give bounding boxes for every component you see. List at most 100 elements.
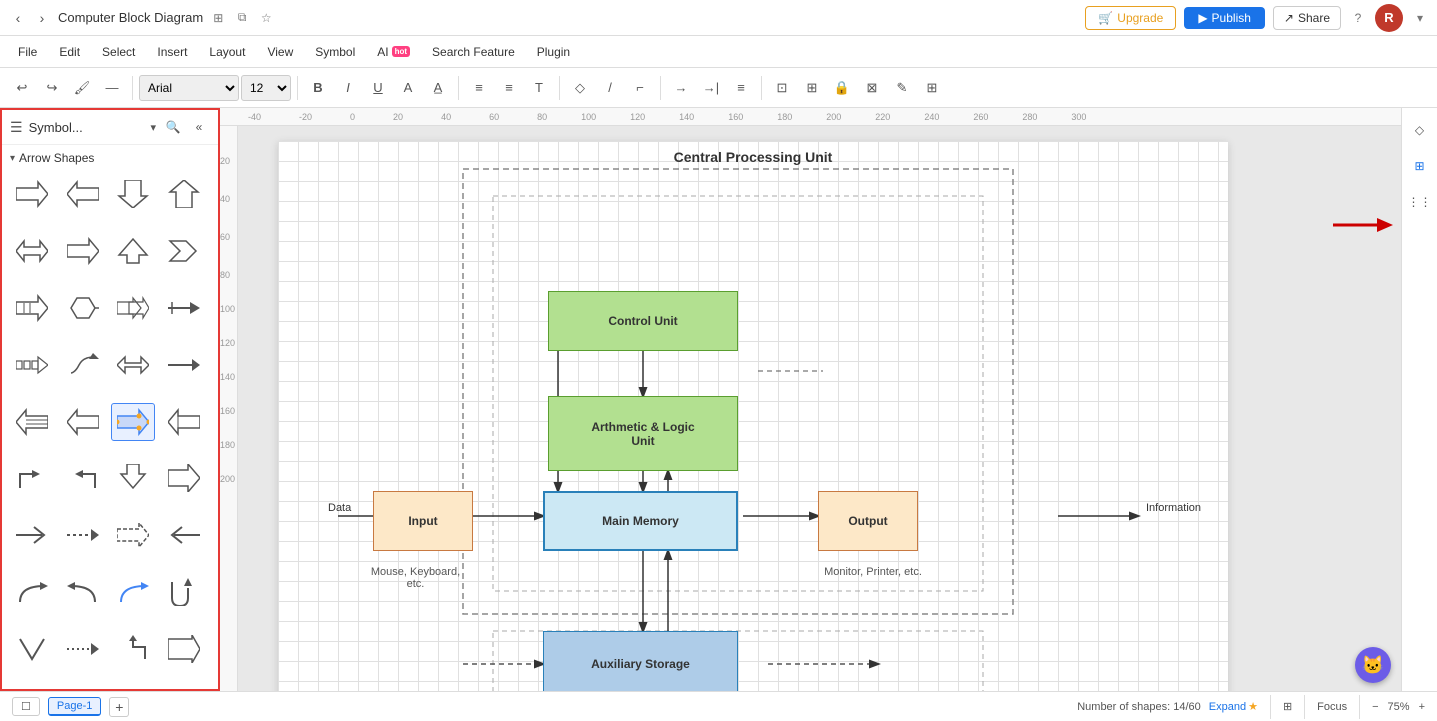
menu-file[interactable]: File: [8, 41, 47, 63]
page-icon-button[interactable]: ☐: [12, 697, 40, 716]
shape-triple-bar[interactable]: [10, 346, 54, 384]
shape-right-arrow[interactable]: [10, 175, 54, 213]
external-link-icon[interactable]: ⧉: [233, 9, 251, 27]
sidebar-dropdown-icon[interactable]: ▾: [150, 121, 156, 134]
font-selector[interactable]: Arial: [139, 75, 239, 101]
italic-button[interactable]: I: [334, 74, 362, 102]
menu-view[interactable]: View: [257, 41, 303, 63]
zoom-in-button[interactable]: +: [1419, 701, 1425, 713]
shape-left-b[interactable]: [61, 403, 105, 441]
canvas-scroll[interactable]: Data Information: [238, 126, 1401, 691]
table-button[interactable]: ⊞: [918, 74, 946, 102]
expand-button[interactable]: Expand: [1209, 701, 1246, 713]
shape-right-curved[interactable]: [10, 573, 54, 611]
add-page-button[interactable]: +: [109, 697, 129, 717]
shape-multi-right[interactable]: [111, 289, 155, 327]
menu-ai[interactable]: AI hot: [367, 41, 420, 63]
line-weight-button[interactable]: ≡: [727, 74, 755, 102]
account-chevron[interactable]: ▾: [1411, 9, 1429, 27]
shape-u-turn[interactable]: [162, 573, 206, 611]
sidebar-search-button[interactable]: 🔍: [162, 116, 184, 138]
menu-plugin[interactable]: Plugin: [527, 41, 580, 63]
container-button[interactable]: ⊞: [798, 74, 826, 102]
shape-blue-curved[interactable]: [111, 573, 155, 611]
font-size-selector[interactable]: 12: [241, 75, 291, 101]
shape-right-open-arrow[interactable]: [10, 516, 54, 554]
shape-right-plain[interactable]: [162, 459, 206, 497]
shape-down-arrow[interactable]: [111, 175, 155, 213]
lock-button[interactable]: 🔒: [828, 74, 856, 102]
shape-right-wide[interactable]: [162, 630, 206, 668]
chatbot-button[interactable]: 🐱: [1355, 647, 1391, 683]
connector-button[interactable]: ⌐: [626, 74, 654, 102]
line-end-button[interactable]: →: [667, 74, 695, 102]
main-memory-block[interactable]: Main Memory: [543, 491, 738, 551]
format-panel-button[interactable]: ◇: [1406, 116, 1434, 144]
align-center-button[interactable]: ≡: [495, 74, 523, 102]
fill-button[interactable]: ◇: [566, 74, 594, 102]
menu-symbol[interactable]: Symbol: [305, 41, 365, 63]
output-block[interactable]: Output: [818, 491, 918, 551]
shape-down-v[interactable]: [10, 630, 54, 668]
focus-label[interactable]: Focus: [1317, 701, 1347, 713]
star-icon[interactable]: ☆: [257, 9, 275, 27]
shape-up-down[interactable]: [111, 459, 155, 497]
shape-right-turn[interactable]: [10, 459, 54, 497]
grid-icon[interactable]: ⊞: [209, 9, 227, 27]
redo-button[interactable]: ↪: [38, 74, 66, 102]
avatar[interactable]: R: [1375, 4, 1403, 32]
undo-button[interactable]: ↩: [8, 74, 36, 102]
shape-arrow-lines[interactable]: [162, 289, 206, 327]
shape-up-chevron[interactable]: [111, 232, 155, 270]
text-button[interactable]: T: [525, 74, 553, 102]
layers-icon[interactable]: ⊞: [1283, 700, 1292, 713]
line-start-button[interactable]: →|: [697, 74, 725, 102]
shape-left-right-double[interactable]: [111, 346, 155, 384]
sidebar-collapse-button[interactable]: «: [188, 116, 210, 138]
align-left-button[interactable]: ≡: [465, 74, 493, 102]
ungroup-button[interactable]: ⊠: [858, 74, 886, 102]
control-unit-block[interactable]: Control Unit: [548, 291, 738, 351]
zoom-out-button[interactable]: −: [1372, 701, 1378, 713]
publish-button[interactable]: ▶ Publish: [1184, 7, 1265, 29]
shape-striped-right[interactable]: [10, 289, 54, 327]
grid-panel-button[interactable]: ⋮⋮: [1406, 188, 1434, 216]
layers-panel-button[interactable]: ⊞: [1406, 152, 1434, 180]
input-block[interactable]: Input: [373, 491, 473, 551]
menu-insert[interactable]: Insert: [147, 41, 197, 63]
auxiliary-storage-block[interactable]: Auxiliary Storage: [543, 631, 738, 691]
menu-select[interactable]: Select: [92, 41, 145, 63]
help-button[interactable]: ?: [1349, 9, 1367, 27]
menu-layout[interactable]: Layout: [199, 41, 255, 63]
shape-left-turn[interactable]: [61, 459, 105, 497]
canvas-inner[interactable]: Data Information: [278, 141, 1228, 691]
shape-left-arrow[interactable]: [61, 175, 105, 213]
alu-block[interactable]: Arthmetic & Logic Unit: [548, 396, 738, 471]
shape-dots-arrow[interactable]: [61, 630, 105, 668]
shape-right-selected[interactable]: [111, 403, 155, 441]
shape-up-arrow[interactable]: [162, 175, 206, 213]
line-button[interactable]: —: [98, 74, 126, 102]
shape-up-left[interactable]: [111, 630, 155, 668]
menu-edit[interactable]: Edit: [49, 41, 90, 63]
shape-right-chevron[interactable]: [162, 232, 206, 270]
menu-search-feature[interactable]: Search Feature: [422, 41, 525, 63]
shape-left-curved[interactable]: [61, 573, 105, 611]
shape-dashed-right[interactable]: [111, 516, 155, 554]
edit-button[interactable]: ✎: [888, 74, 916, 102]
share-button[interactable]: ↗ Share: [1273, 6, 1341, 30]
upgrade-button[interactable]: 🛒 Upgrade: [1085, 6, 1176, 30]
shape-left-b2[interactable]: [162, 403, 206, 441]
arrow-shapes-section[interactable]: ▾ Arrow Shapes: [2, 145, 218, 171]
shape-left-block[interactable]: [10, 403, 54, 441]
paint-button[interactable]: 🖌: [68, 74, 96, 102]
shape-s-arrow[interactable]: [61, 346, 105, 384]
shape-dotted-line[interactable]: [61, 516, 105, 554]
shape-right-outline[interactable]: [61, 232, 105, 270]
shadow-button[interactable]: ⊡: [768, 74, 796, 102]
font-color-button[interactable]: A: [394, 74, 422, 102]
font-highlight-button[interactable]: A̲: [424, 74, 452, 102]
bold-button[interactable]: B: [304, 74, 332, 102]
forward-button[interactable]: ›: [32, 8, 52, 28]
page-tab[interactable]: Page-1: [48, 697, 101, 716]
